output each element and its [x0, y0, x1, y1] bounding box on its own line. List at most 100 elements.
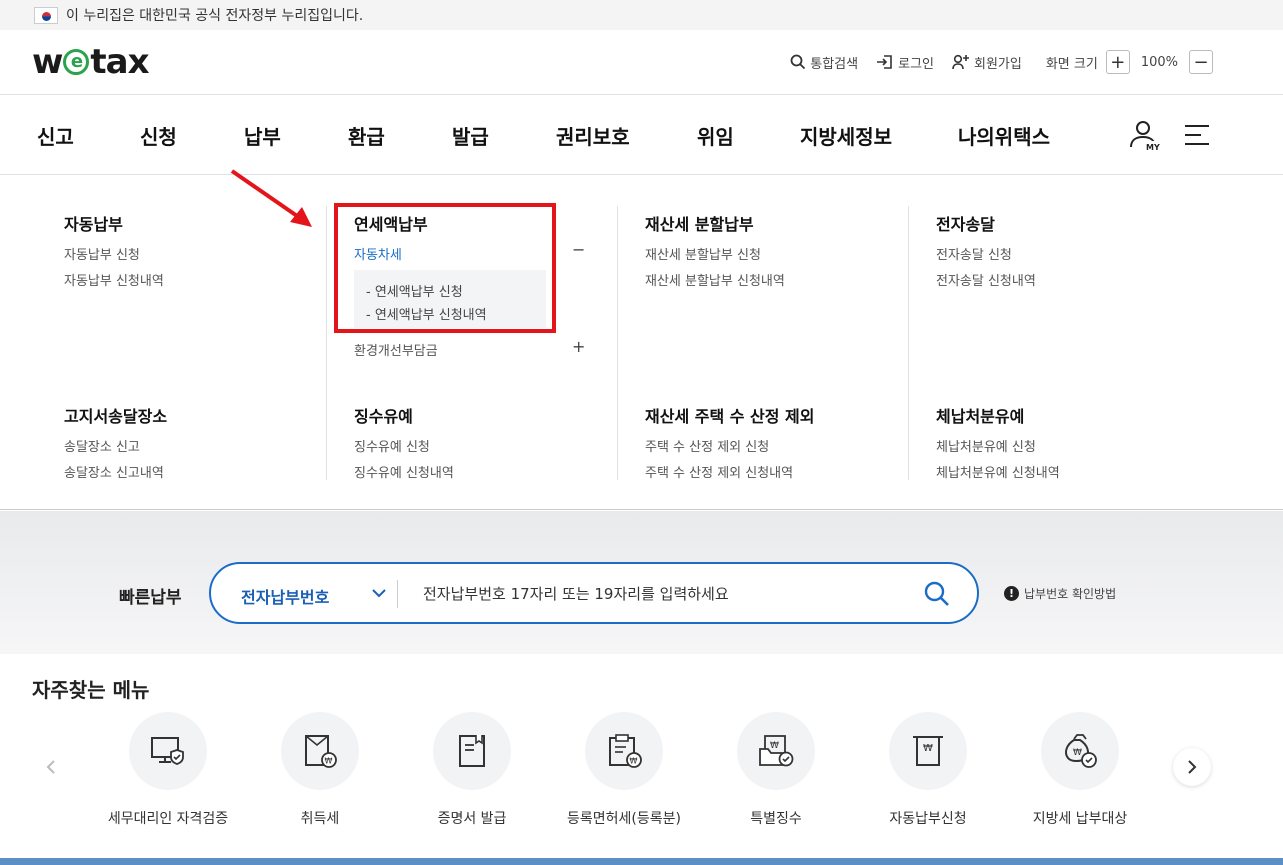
link-auto-pay-apply[interactable]: 자동납부 신청	[64, 244, 140, 263]
nav-item-issue[interactable]: 발급	[452, 121, 489, 150]
link-environment-charge[interactable]: 환경개선부담금	[354, 340, 438, 359]
clipboard-won-icon: ₩	[609, 734, 642, 768]
link-auto-pay-history[interactable]: 자동납부 신청내역	[64, 270, 164, 289]
link-e-delivery-history[interactable]: 전자송달 신청내역	[936, 270, 1036, 289]
annotation-arrow-icon	[230, 169, 312, 227]
group-title-collection-deferral[interactable]: 징수유예	[354, 403, 413, 427]
svg-text:₩: ₩	[325, 757, 333, 766]
chevron-right-icon	[1188, 760, 1197, 774]
group-title-auto-pay[interactable]: 자동납부	[64, 211, 123, 235]
nav-item-tax-info[interactable]: 지방세정보	[800, 121, 892, 150]
quick-pay-section: 빠른납부 전자납부번호 ! 납부번호 확인방법	[0, 511, 1283, 654]
main-nav: 신고 신청 납부 환급 발급 권리보호 위임 지방세정보 나의위택스	[0, 95, 1283, 175]
logo-text-e: e	[63, 49, 90, 75]
carousel-next-button[interactable]	[1173, 748, 1211, 786]
group-title-house-count[interactable]: 재산세 주택 수 산정 제외	[645, 403, 814, 427]
freq-item-label: 취득세	[300, 811, 340, 827]
nav-item-rights[interactable]: 권리보호	[556, 121, 630, 150]
freq-item-special-collection[interactable]: ₩ 특별징수	[696, 712, 856, 828]
my-page-icon[interactable]: MY	[1128, 120, 1162, 152]
link-deferral-apply[interactable]: 징수유예 신청	[354, 436, 430, 455]
zoom-out-button[interactable]: −	[1189, 50, 1213, 74]
zoom-value: 100%	[1140, 54, 1178, 70]
korea-flag-icon	[34, 6, 58, 24]
link-disposition-apply[interactable]: 체납처분유예 신청	[936, 436, 1036, 455]
group-title-disposition-deferral[interactable]: 체납처분유예	[936, 403, 1024, 427]
freq-item-label: 지방세 납부대상	[1032, 811, 1128, 827]
freq-item-local-tax-target[interactable]: ₩ 지방세 납부대상	[1000, 712, 1160, 828]
freq-item-agent-verify[interactable]: 세무대리인 자격검증	[88, 712, 248, 828]
payment-number-input[interactable]	[423, 576, 903, 612]
link-deferral-history[interactable]: 징수유예 신청내역	[354, 462, 454, 481]
svg-text:₩: ₩	[630, 757, 638, 766]
utility-menu: 통합검색 로그인 회원가입 화면 크기 + 100% −	[772, 50, 1213, 74]
freq-item-certificate[interactable]: 증명서 발급	[392, 712, 552, 828]
certificate-icon	[459, 735, 485, 767]
search-link[interactable]: 통합검색	[790, 53, 858, 72]
link-house-count-history[interactable]: 주택 수 산정 제외 신청내역	[645, 462, 793, 481]
monitor-shield-icon	[151, 737, 184, 765]
chevron-down-icon[interactable]	[371, 586, 387, 600]
freq-item-label: 증명서 발급	[437, 811, 507, 827]
payment-type-select[interactable]: 전자납부번호	[241, 584, 329, 608]
carousel-prev-button[interactable]	[32, 748, 70, 786]
link-delivery-place-history[interactable]: 송달장소 신고내역	[64, 462, 164, 481]
freq-item-label: 등록면허세(등록분)	[567, 811, 681, 827]
quick-pay-search: 전자납부번호	[209, 562, 979, 624]
help-link[interactable]: ! 납부번호 확인방법	[1004, 585, 1116, 602]
group-title-installment[interactable]: 재산세 분할납부	[645, 211, 754, 235]
footer-edge	[0, 858, 1283, 865]
help-link-label: 납부번호 확인방법	[1024, 587, 1117, 601]
nav-item-refund[interactable]: 환급	[348, 121, 385, 150]
money-bag-check-icon: ₩	[1065, 734, 1097, 768]
login-icon	[877, 55, 892, 69]
nav-item-my-wetax[interactable]: 나의위택스	[958, 121, 1050, 150]
wetax-logo[interactable]: w e tax	[32, 42, 150, 82]
signup-link[interactable]: 회원가입	[952, 53, 1022, 72]
logo-text-w: w	[32, 42, 63, 82]
freq-item-registration-tax[interactable]: ₩ 등록면허세(등록분)	[544, 712, 704, 828]
link-disposition-history[interactable]: 체납처분유예 신청내역	[936, 462, 1060, 481]
receipt-won-icon: ₩	[913, 736, 943, 766]
link-e-delivery-apply[interactable]: 전자송달 신청	[936, 244, 1012, 263]
freq-item-auto-pay-apply[interactable]: ₩ 자동납부신청	[848, 712, 1008, 828]
link-delivery-place-report[interactable]: 송달장소 신고	[64, 436, 140, 455]
nav-item-delegate[interactable]: 위임	[697, 121, 734, 150]
gov-banner: 이 누리집은 대한민국 공식 전자정부 누리집입니다.	[0, 0, 1283, 30]
collapse-toggle[interactable]: −	[572, 240, 585, 259]
logo-text-tax: tax	[90, 42, 149, 82]
svg-text:₩: ₩	[923, 743, 933, 754]
expand-toggle[interactable]: +	[572, 337, 585, 356]
annotation-highlight-box	[334, 203, 556, 333]
login-link[interactable]: 로그인	[876, 53, 934, 72]
document-won-icon: ₩	[305, 735, 337, 768]
freq-item-acquisition-tax[interactable]: ₩ 취득세	[240, 712, 400, 828]
column-divider	[908, 206, 909, 480]
signup-link-label: 회원가입	[974, 56, 1022, 72]
login-link-label: 로그인	[898, 56, 934, 72]
link-installment-history[interactable]: 재산세 분할납부 신청내역	[645, 270, 785, 289]
nav-item-apply[interactable]: 신청	[140, 121, 177, 150]
freq-item-label: 세무대리인 자격검증	[107, 811, 229, 827]
group-title-delivery-place[interactable]: 고지서송달장소	[64, 403, 167, 427]
link-house-count-apply[interactable]: 주택 수 산정 제외 신청	[645, 436, 769, 455]
header: w e tax 통합검색 로그인 회원가입 화면 크기 + 100% −	[0, 30, 1283, 95]
gov-banner-text: 이 누리집은 대한민국 공식 전자정부 누리집입니다.	[66, 8, 364, 24]
search-link-label: 통합검색	[810, 56, 859, 72]
freq-item-label: 특별징수	[750, 811, 802, 827]
frequent-menu-title: 자주찾는 메뉴	[32, 678, 150, 702]
info-icon: !	[1004, 586, 1019, 601]
nav-item-report[interactable]: 신고	[37, 121, 74, 150]
hamburger-menu-icon[interactable]	[1184, 124, 1210, 148]
my-label: MY	[1146, 143, 1160, 152]
svg-text:₩: ₩	[1073, 748, 1082, 758]
mega-menu	[0, 176, 1283, 510]
zoom-in-button[interactable]: +	[1105, 50, 1130, 74]
nav-item-pay[interactable]: 납부	[244, 121, 281, 150]
search-button-icon[interactable]	[923, 580, 951, 608]
link-installment-apply[interactable]: 재산세 분할납부 신청	[645, 244, 761, 263]
chevron-left-icon	[46, 760, 55, 774]
group-title-e-delivery[interactable]: 전자송달	[936, 211, 995, 235]
freq-item-label: 자동납부신청	[889, 811, 967, 827]
quick-pay-label: 빠른납부	[119, 588, 182, 608]
